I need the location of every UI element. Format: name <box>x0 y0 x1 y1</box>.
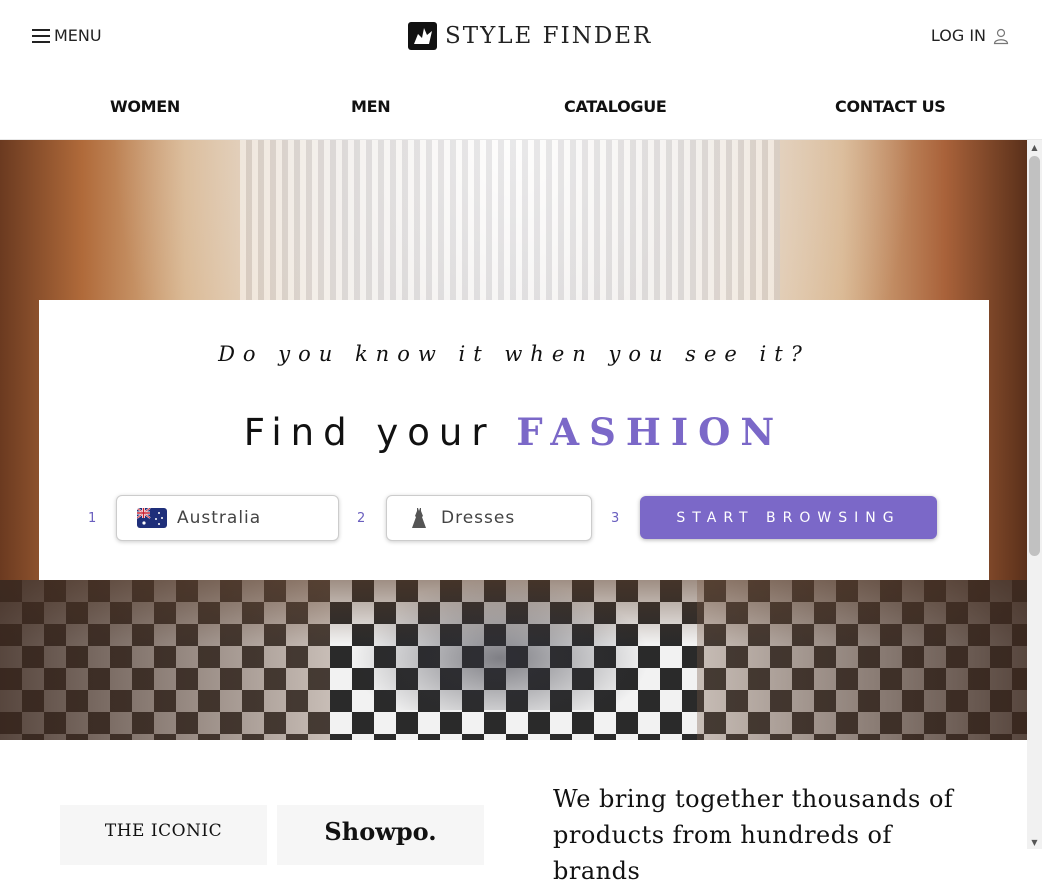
category-select[interactable]: Dresses <box>386 495 592 541</box>
brand-name: Showpo. <box>324 817 437 846</box>
login-button[interactable]: LOG IN <box>931 26 1010 45</box>
nav-item-catalogue[interactable]: CATALOGUE <box>564 97 667 116</box>
hero-shoppers <box>350 580 650 710</box>
user-icon <box>993 28 1009 44</box>
australia-flag-icon <box>137 508 167 528</box>
step-number-1: 1 <box>88 511 97 526</box>
menu-button[interactable]: MENU <box>32 26 102 45</box>
country-select[interactable]: Australia <box>116 495 339 541</box>
brand-tile-showpo[interactable]: Showpo. <box>277 805 484 865</box>
hero-shops-right <box>697 580 1027 740</box>
headline-plain: Find your <box>243 411 496 454</box>
nav-item-men[interactable]: MEN <box>351 97 391 116</box>
step-number-2: 2 <box>357 511 366 526</box>
scroll-down-arrow-icon[interactable]: ▼ <box>1027 835 1042 849</box>
hero-tagline: Do you know it when you see it? <box>218 342 810 366</box>
category-select-value: Dresses <box>441 508 516 528</box>
start-browsing-button[interactable]: START BROWSING <box>640 496 937 539</box>
scrollbar-thumb[interactable] <box>1029 156 1040 556</box>
brand-name: THE ICONIC <box>104 821 223 841</box>
nav-item-contact-us[interactable]: CONTACT US <box>835 97 946 116</box>
menu-label: MENU <box>54 26 102 45</box>
page-scrollbar[interactable]: ▲ ▼ <box>1027 140 1042 849</box>
logo-mark-icon <box>408 22 437 50</box>
site-logo[interactable]: STYLE FINDER <box>408 22 652 50</box>
country-select-value: Australia <box>177 508 262 528</box>
hero-roof-decoration <box>240 140 780 300</box>
scroll-up-arrow-icon[interactable]: ▲ <box>1027 140 1042 154</box>
logo-text: STYLE FINDER <box>445 23 653 49</box>
top-bar: MENU STYLE FINDER LOG IN <box>0 0 1042 75</box>
intro-blurb: We bring together thousands of products … <box>553 785 954 885</box>
headline-accent: FASHION <box>516 410 785 454</box>
nav-item-women[interactable]: WOMEN <box>110 97 180 116</box>
hero-headline: Find your FASHION <box>39 410 989 454</box>
step-number-3: 3 <box>611 511 620 526</box>
dress-icon <box>412 508 426 528</box>
hero-shops-left <box>0 580 330 740</box>
search-card: Do you know it when you see it? Find you… <box>39 300 989 580</box>
login-label: LOG IN <box>930 26 986 45</box>
brand-tile-the-iconic[interactable]: THE ICONIC <box>60 805 267 865</box>
main-nav: WOMEN MEN CATALOGUE CONTACT US <box>0 75 1042 140</box>
hamburger-icon <box>32 28 50 43</box>
